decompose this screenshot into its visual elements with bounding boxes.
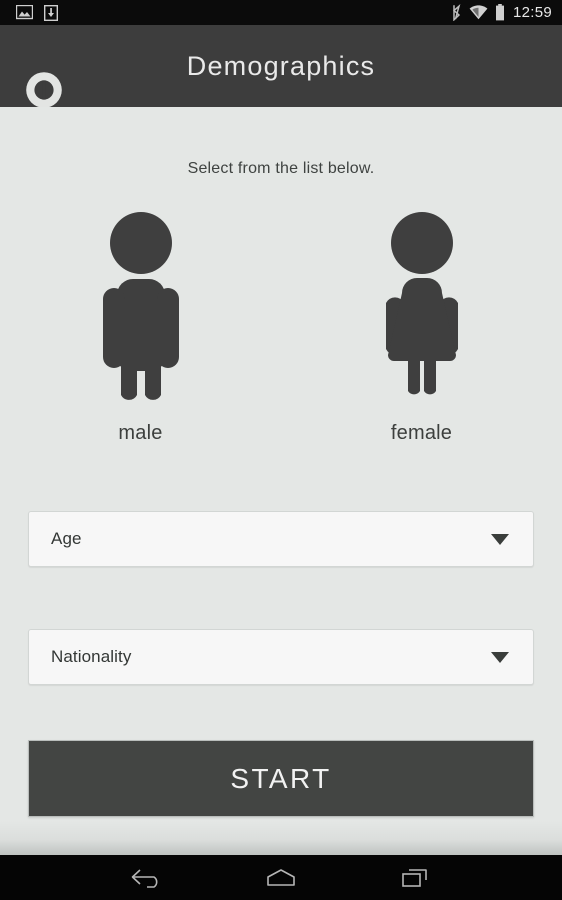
gender-label-female: female — [390, 422, 453, 444]
start-button-label: START — [230, 762, 332, 794]
male-figure-icon — [102, 212, 179, 400]
home-icon — [267, 868, 295, 886]
nationality-dropdown[interactable]: Nationality — [28, 629, 534, 685]
status-bar-right-icons: 12:59 — [451, 4, 552, 21]
system-navigation-bar — [0, 855, 562, 900]
app-header: Demographics — [0, 25, 562, 108]
status-bar: 12:59 — [0, 0, 562, 25]
chevron-down-icon — [491, 651, 509, 663]
status-bar-left-icons — [16, 4, 451, 21]
nav-home-button[interactable] — [257, 861, 305, 895]
start-button[interactable]: START — [28, 740, 534, 817]
nav-back-button[interactable] — [123, 861, 171, 895]
back-arrow-icon — [131, 868, 158, 888]
gender-option-male[interactable]: male — [0, 207, 281, 445]
gender-label-male: male — [118, 422, 163, 444]
page-title: Demographics — [186, 50, 376, 81]
download-icon — [44, 4, 58, 21]
female-figure-icon — [385, 212, 458, 395]
content-bottom-shade — [0, 821, 562, 855]
nav-recents-button[interactable] — [391, 861, 439, 895]
status-bar-clock: 12:59 — [512, 4, 552, 21]
gender-option-female[interactable]: female — [281, 207, 562, 445]
age-dropdown[interactable]: Age — [28, 511, 534, 567]
nationality-dropdown-value: Nationality — [51, 647, 132, 666]
chevron-down-icon — [491, 533, 509, 545]
bluetooth-icon — [452, 4, 461, 21]
recent-apps-icon — [402, 868, 427, 887]
main-content: Select from the list below. male female … — [0, 107, 562, 855]
screenshot-image-icon — [16, 5, 33, 20]
battery-icon — [495, 4, 504, 21]
age-dropdown-value: Age — [51, 529, 82, 548]
instruction-text: Select from the list below. — [187, 160, 375, 177]
wifi-icon — [469, 5, 488, 20]
gender-selection-group: male female — [0, 207, 562, 445]
app-screen: 12:59 Demographics Select from the list … — [0, 0, 562, 900]
